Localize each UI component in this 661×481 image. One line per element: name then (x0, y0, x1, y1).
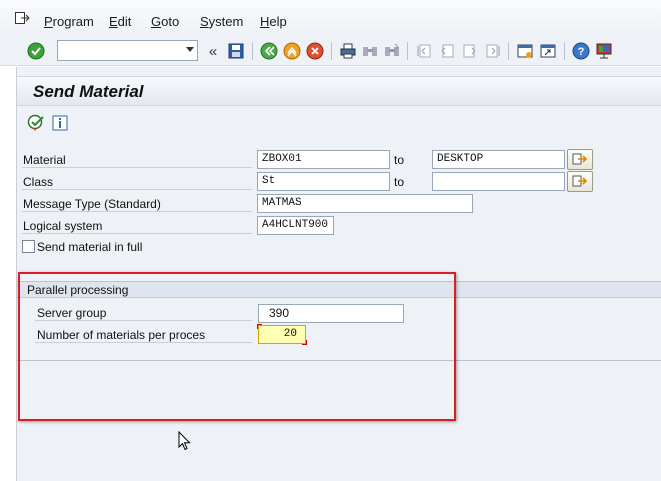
print-icon[interactable] (339, 42, 357, 60)
help-icon[interactable]: ? (572, 42, 590, 60)
enter-icon[interactable] (27, 42, 45, 60)
first-page-icon (415, 42, 433, 60)
send-in-full-label: Send material in full (37, 240, 143, 254)
menu-help[interactable]: Help (260, 14, 287, 29)
class-label: Class (23, 175, 54, 189)
menu-options-icon[interactable] (15, 12, 30, 24)
find-next-icon (383, 42, 401, 60)
material-label: Material (23, 153, 66, 167)
class-label-bar (22, 172, 252, 190)
material-multiple-selection-button[interactable] (567, 149, 593, 170)
chevron-down-icon[interactable] (186, 47, 194, 52)
title-bar: Send Material (17, 76, 661, 106)
mouse-cursor-icon (178, 430, 191, 454)
command-field[interactable] (57, 40, 198, 61)
class-to-label: to (394, 175, 405, 189)
cancel-icon[interactable] (306, 42, 324, 60)
arrow-right-icon (572, 175, 588, 186)
material-to-input[interactable]: DESKTOP (432, 150, 565, 169)
menu-system[interactable]: System (200, 14, 243, 29)
exit-icon[interactable] (283, 42, 301, 60)
customize-layout-icon[interactable] (595, 42, 613, 60)
arrow-right-icon (572, 153, 588, 164)
menu-goto[interactable]: Goto (151, 14, 179, 29)
material-from-input[interactable]: ZBOX01 (257, 150, 390, 169)
back-nav-icon[interactable] (260, 42, 278, 60)
logical-system-input[interactable]: A4HCLNT900 (257, 216, 334, 235)
main-screen: Send Material Material ZBOX01 to DESKTOP… (17, 67, 661, 481)
message-type-label: Message Type (Standard) (23, 197, 161, 211)
info-icon[interactable] (51, 114, 69, 132)
parallel-processing-title: Parallel processing (27, 283, 129, 297)
new-session-icon[interactable] (516, 42, 534, 60)
server-group-label: Server group (37, 306, 107, 320)
left-margin (0, 67, 17, 481)
shortcut-icon[interactable] (539, 42, 557, 60)
collapse-icon[interactable]: « (204, 42, 222, 60)
message-type-input[interactable]: MATMAS (257, 194, 473, 213)
save-icon[interactable] (227, 42, 245, 60)
find-icon (361, 42, 379, 60)
materials-per-process-label: Number of materials per proces (37, 328, 206, 342)
material-to-label: to (394, 153, 405, 167)
page-title: Send Material (33, 82, 144, 101)
server-group-input[interactable]: 390 (258, 304, 404, 323)
menu-bar: Program Edit Goto System Help (0, 0, 661, 36)
execute-icon[interactable] (27, 114, 45, 132)
menu-edit[interactable]: Edit (109, 14, 131, 29)
last-page-icon (484, 42, 502, 60)
class-to-input[interactable] (432, 172, 565, 191)
standard-toolbar: « ? (0, 36, 661, 66)
next-page-icon (461, 42, 479, 60)
svg-text:?: ? (578, 46, 585, 58)
logical-system-label: Logical system (23, 219, 103, 233)
materials-per-process-input[interactable]: 20 (257, 324, 307, 345)
previous-page-icon (438, 42, 456, 60)
class-multiple-selection-button[interactable] (567, 171, 593, 192)
group-title: Parallel processing (17, 282, 661, 298)
menu-program[interactable]: Program (44, 14, 94, 29)
class-from-input[interactable]: St (257, 172, 390, 191)
send-in-full-checkbox[interactable] (22, 240, 35, 253)
